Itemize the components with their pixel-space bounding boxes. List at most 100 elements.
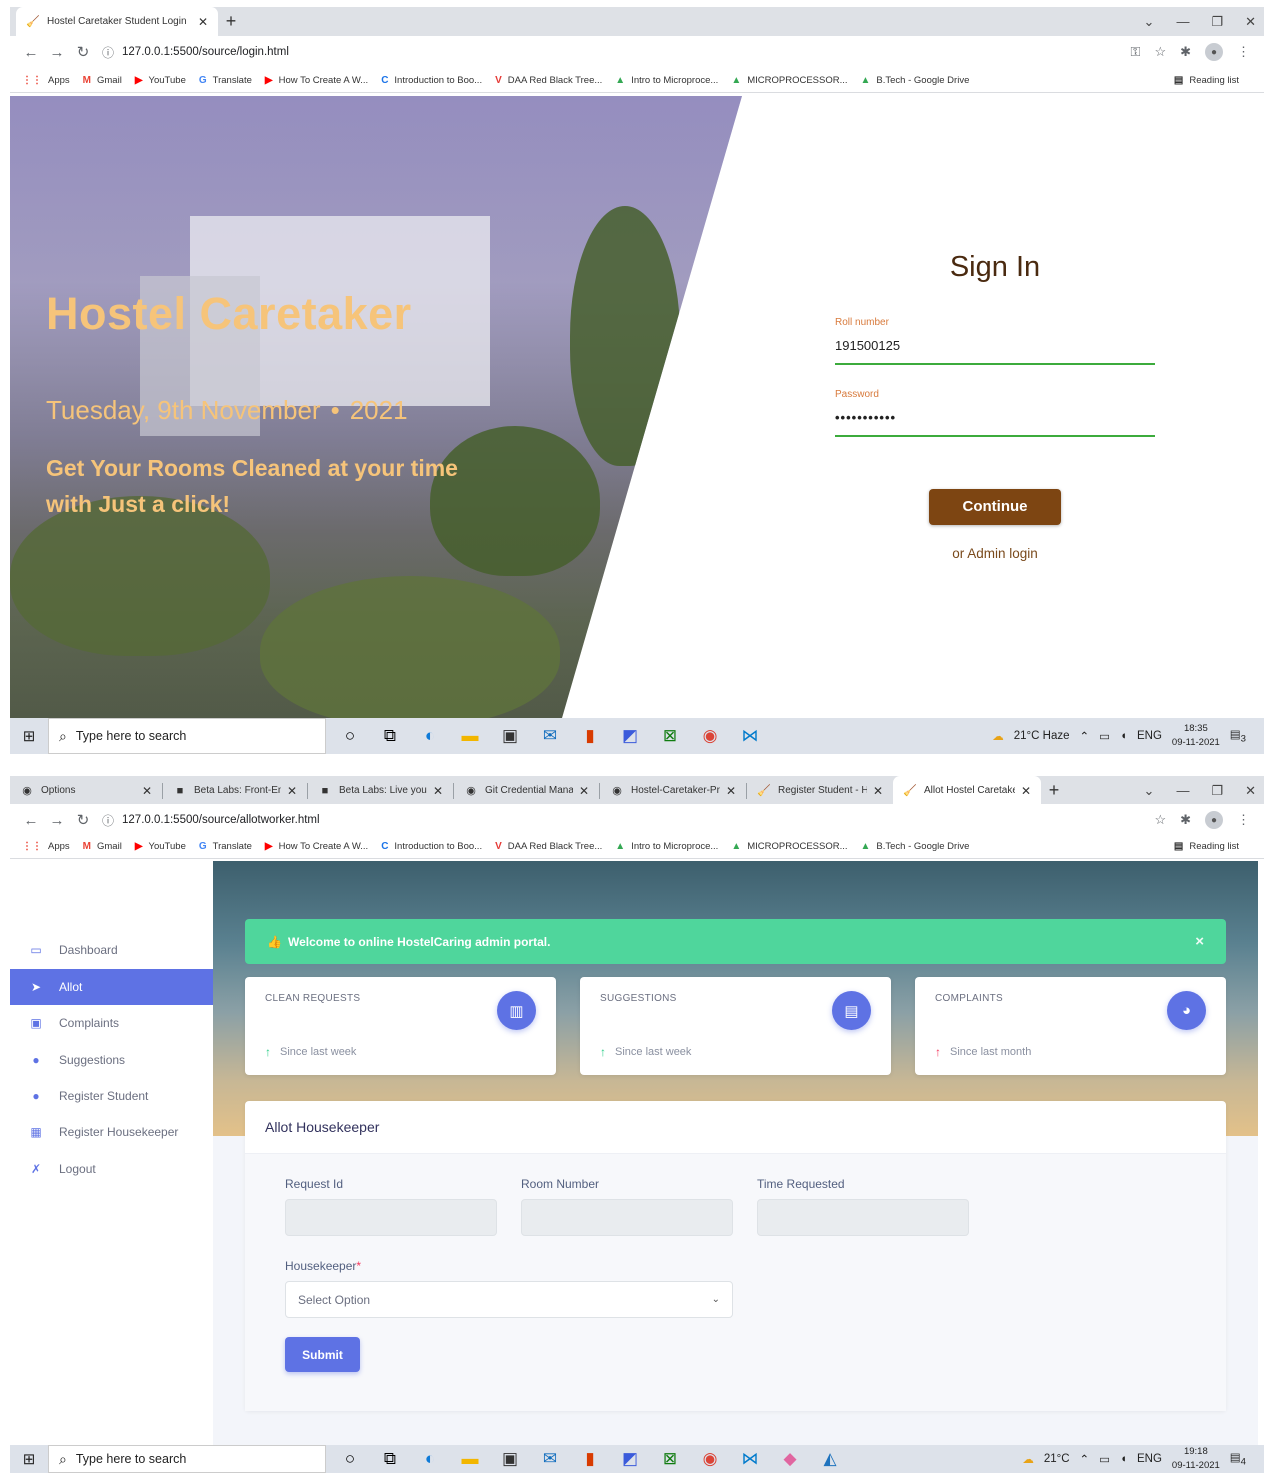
minimize-icon[interactable]: — bbox=[1176, 14, 1189, 29]
chrome-icon[interactable]: ◉ bbox=[700, 726, 720, 746]
reload-icon[interactable]: ↻ bbox=[70, 43, 96, 61]
volume-icon[interactable]: ◖ bbox=[1120, 730, 1127, 742]
weather-text[interactable]: 21°C bbox=[1044, 1453, 1070, 1465]
weather-text[interactable]: 21°C Haze bbox=[1014, 730, 1070, 742]
tab-6[interactable]: 🧹 Allot Hostel Caretake ✕ bbox=[893, 776, 1041, 805]
close-tab-icon[interactable]: ✕ bbox=[1021, 784, 1031, 798]
sidebar-item-suggestions[interactable]: ● Suggestions bbox=[10, 1042, 213, 1078]
close-tab-icon[interactable]: ✕ bbox=[142, 784, 152, 798]
close-tab-icon[interactable]: ✕ bbox=[433, 784, 443, 798]
close-tab-icon[interactable]: ✕ bbox=[287, 784, 297, 798]
lang-indicator[interactable]: ENG bbox=[1137, 1453, 1162, 1465]
file-explorer-icon[interactable]: ▬ bbox=[460, 1449, 480, 1469]
bookmark-7[interactable]: ▲ Intro to Microproce... bbox=[615, 841, 718, 852]
key-icon[interactable]: ⚿ bbox=[1131, 44, 1141, 60]
chrome-icon[interactable]: ◉ bbox=[700, 1449, 720, 1469]
taskbar-search[interactable]: ⌕ Type here to search bbox=[48, 718, 326, 754]
admin-login-link[interactable]: or Admin login bbox=[835, 546, 1155, 561]
sidebar-item-register-student[interactable]: ● Register Student bbox=[10, 1078, 213, 1114]
close-tab-icon[interactable]: ✕ bbox=[873, 784, 883, 798]
profile-icon[interactable]: ● bbox=[1205, 43, 1223, 61]
password-input[interactable]: ••••••••••• bbox=[835, 410, 1155, 425]
time-requested-input[interactable] bbox=[757, 1199, 969, 1236]
sidebar-item-register-housekeeper[interactable]: ▦ Register Housekeeper bbox=[10, 1114, 213, 1150]
restore-icon[interactable]: ❐ bbox=[1211, 14, 1223, 30]
address-bar[interactable]: ⓘ 127.0.0.1:5500/source/allotworker.html bbox=[102, 808, 1154, 832]
xbox-icon[interactable]: ⊠ bbox=[660, 1449, 680, 1469]
volume-icon[interactable]: ◖ bbox=[1120, 1453, 1127, 1465]
bookmark-2[interactable]: ▶ YouTube bbox=[135, 841, 186, 852]
bookmark-5[interactable]: C Introduction to Boo... bbox=[381, 841, 482, 852]
tab-login[interactable]: 🧹 Hostel Caretaker Student Login ✕ bbox=[16, 7, 218, 36]
sidebar-item-dashboard[interactable]: ▭ Dashboard bbox=[10, 932, 213, 968]
edge-icon[interactable]: ◐ bbox=[420, 726, 440, 746]
windows-start-icon[interactable]: ⊞ bbox=[10, 1450, 48, 1468]
git-client-icon[interactable]: ◆ bbox=[780, 1449, 800, 1469]
reload-icon[interactable]: ↻ bbox=[70, 811, 96, 829]
sidebar-item-complaints[interactable]: ▣ Complaints bbox=[10, 1005, 213, 1041]
housekeeper-select[interactable]: Select Option ⌄ bbox=[285, 1281, 733, 1318]
close-window-icon[interactable]: ✕ bbox=[1245, 14, 1256, 30]
bookmark-6[interactable]: V DAA Red Black Tree... bbox=[495, 75, 602, 86]
chevron-up-icon[interactable]: ⌃ bbox=[1080, 1452, 1090, 1466]
menu-icon[interactable]: ⋮ bbox=[1237, 44, 1250, 60]
star-icon[interactable]: ☆ bbox=[1154, 812, 1166, 828]
extensions-icon[interactable]: ✱ bbox=[1180, 812, 1191, 828]
tab-search-icon[interactable]: ⌄ bbox=[1144, 783, 1155, 799]
tab-1[interactable]: ■ Beta Labs: Front-End ✕ bbox=[163, 776, 307, 805]
request-id-input[interactable] bbox=[285, 1199, 497, 1236]
clock[interactable]: 18:35 09-11-2021 bbox=[1172, 722, 1220, 750]
close-window-icon[interactable]: ✕ bbox=[1245, 783, 1256, 799]
close-alert-icon[interactable]: × bbox=[1195, 933, 1204, 950]
store-icon[interactable]: ▣ bbox=[500, 1449, 520, 1469]
reading-list-button[interactable]: ▤ Reading list bbox=[1174, 75, 1239, 86]
info-icon[interactable]: ⓘ bbox=[102, 812, 114, 829]
forward-icon[interactable]: → bbox=[44, 44, 70, 61]
continue-button[interactable]: Continue bbox=[929, 489, 1061, 525]
forward-icon[interactable]: → bbox=[44, 812, 70, 829]
bookmark-5[interactable]: C Introduction to Boo... bbox=[381, 75, 482, 86]
office-icon[interactable]: ▮ bbox=[580, 726, 600, 746]
restore-icon[interactable]: ❐ bbox=[1211, 783, 1223, 799]
app-icon[interactable]: ◩ bbox=[620, 1449, 640, 1469]
task-view-icon[interactable]: ⧉ bbox=[380, 1449, 400, 1469]
office-icon[interactable]: ▮ bbox=[580, 1449, 600, 1469]
new-tab-button[interactable]: + bbox=[1041, 776, 1067, 805]
vscode-icon[interactable]: ⋈ bbox=[740, 726, 760, 746]
extensions-icon[interactable]: ✱ bbox=[1180, 44, 1191, 60]
app-icon[interactable]: ◩ bbox=[620, 726, 640, 746]
menu-icon[interactable]: ⋮ bbox=[1237, 812, 1250, 828]
bookmark-2[interactable]: ▶ YouTube bbox=[135, 75, 186, 86]
network-icon[interactable]: ▭ bbox=[1099, 1452, 1110, 1466]
windows-start-icon[interactable]: ⊞ bbox=[10, 727, 48, 745]
bookmark-3[interactable]: G Translate bbox=[199, 75, 252, 86]
tab-0[interactable]: ◉ Options ✕ bbox=[10, 776, 162, 805]
taskbar-search[interactable]: ⌕ Type here to search bbox=[48, 1445, 326, 1473]
reading-list-button[interactable]: ▤ Reading list bbox=[1174, 841, 1239, 852]
minimize-icon[interactable]: — bbox=[1176, 783, 1189, 798]
new-tab-button[interactable]: + bbox=[218, 7, 244, 36]
bookmark-4[interactable]: ▶ How To Create A W... bbox=[265, 75, 368, 86]
bookmark-9[interactable]: ▲ B.Tech - Google Drive bbox=[861, 75, 970, 86]
tab-3[interactable]: ◉ Git Credential Manag ✕ bbox=[454, 776, 599, 805]
roll-number-field[interactable]: Roll number 191500125 bbox=[835, 317, 1155, 365]
bookmark-9[interactable]: ▲ B.Tech - Google Drive bbox=[861, 841, 970, 852]
bookmark-7[interactable]: ▲ Intro to Microproce... bbox=[615, 75, 718, 86]
info-icon[interactable]: ⓘ bbox=[102, 44, 114, 61]
profile-icon[interactable]: ● bbox=[1205, 811, 1223, 829]
bookmark-0[interactable]: ⋮⋮ Apps bbox=[22, 841, 70, 852]
bookmark-1[interactable]: M Gmail bbox=[83, 841, 122, 852]
bookmark-0[interactable]: ⋮⋮ Apps bbox=[22, 75, 70, 86]
sidebar-item-logout[interactable]: ✗ Logout bbox=[10, 1151, 213, 1187]
close-tab-icon[interactable]: ✕ bbox=[579, 784, 589, 798]
bookmark-8[interactable]: ▲ MICROPROCESSOR... bbox=[731, 841, 847, 852]
cortana-icon[interactable]: ○ bbox=[340, 726, 360, 746]
address-bar[interactable]: ⓘ 127.0.0.1:5500/source/login.html bbox=[102, 40, 1131, 64]
edge-icon[interactable]: ◐ bbox=[420, 1449, 440, 1469]
bookmark-8[interactable]: ▲ MICROPROCESSOR... bbox=[731, 75, 847, 86]
notifications-icon[interactable]: ▤4 bbox=[1230, 1450, 1246, 1467]
bookmark-6[interactable]: V DAA Red Black Tree... bbox=[495, 841, 602, 852]
lang-indicator[interactable]: ENG bbox=[1137, 730, 1162, 742]
tab-2[interactable]: ■Beta Labs: Live your V✕ bbox=[308, 776, 453, 805]
close-tab-icon[interactable]: ✕ bbox=[198, 15, 208, 29]
